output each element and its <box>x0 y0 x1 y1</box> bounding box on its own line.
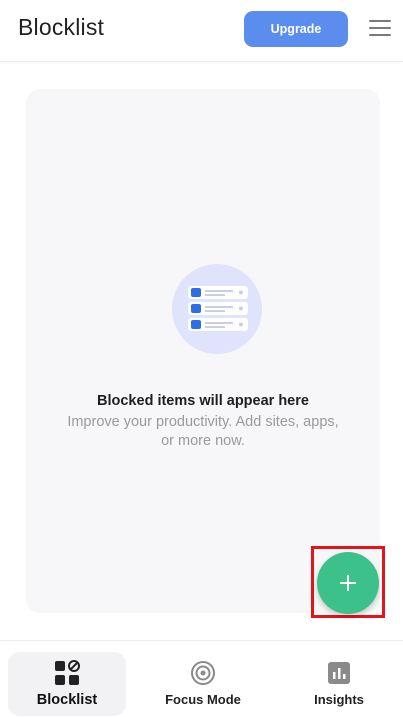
target-icon <box>191 661 215 685</box>
upgrade-button[interactable]: Upgrade <box>244 11 348 47</box>
app-screen: Blocklist Upgrade Blocked items will app <box>0 0 403 717</box>
nav-label-insights: Insights <box>314 692 364 707</box>
blocklist-icon <box>55 660 80 685</box>
hamburger-menu-icon[interactable] <box>369 20 391 38</box>
nav-label-focus-mode: Focus Mode <box>165 692 241 707</box>
bottom-navigation: Blocklist Focus Mode Insights <box>0 640 403 717</box>
nav-item-focus-mode[interactable]: Focus Mode <box>143 652 263 716</box>
plus-icon <box>340 575 356 591</box>
empty-state-title: Blocked items will appear here <box>97 393 309 409</box>
top-bar: Blocklist Upgrade <box>0 0 403 62</box>
nav-item-blocklist[interactable]: Blocklist <box>8 652 126 716</box>
blocked-list-illustration <box>172 264 262 354</box>
nav-item-insights[interactable]: Insights <box>281 652 397 716</box>
add-item-button[interactable] <box>317 552 379 614</box>
nav-label-blocklist: Blocklist <box>36 692 98 708</box>
page-title: Blocklist <box>18 14 105 40</box>
empty-state-subtitle: Improve your productivity. Add sites, ap… <box>67 414 339 449</box>
bar-chart-icon <box>328 662 350 684</box>
